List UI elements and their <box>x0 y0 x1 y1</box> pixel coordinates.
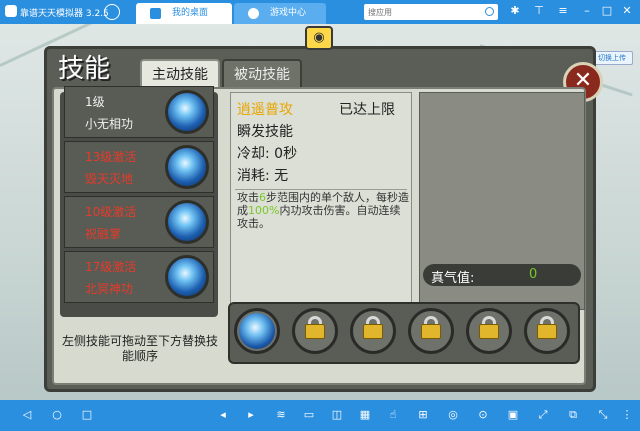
settings-icon[interactable]: ✱ <box>508 4 522 18</box>
qi-label: 真气值: <box>431 271 475 286</box>
clean-icon[interactable]: ◫ <box>330 408 344 422</box>
skill-item[interactable]: 1级 小无相功 <box>64 86 214 138</box>
search-icon[interactable] <box>485 7 494 16</box>
touch-icon[interactable]: ☝ <box>386 408 400 422</box>
skill-orb-icon <box>165 255 209 299</box>
location-icon[interactable]: ◎ <box>446 408 460 422</box>
switch-upload-button[interactable]: 切换上传 <box>591 51 633 65</box>
search-input[interactable] <box>368 5 478 19</box>
skill-level-status: 已达上限 <box>339 102 395 118</box>
skill-level: 17级激活 <box>85 260 137 274</box>
panel-title: 技能 <box>58 54 111 84</box>
skill-name: 小无相功 <box>85 117 134 131</box>
home-icon[interactable]: ○ <box>50 408 64 422</box>
user-avatar-icon[interactable] <box>104 4 120 20</box>
skill-slot-5[interactable] <box>466 308 512 354</box>
skill-type: 瞬发技能 <box>237 124 293 140</box>
tab-game-center[interactable]: 游戏中心 <box>234 3 326 24</box>
skill-slot-2[interactable] <box>292 308 338 354</box>
skill-description: 攻击6步范围内的单个敌人，每秒造成100%内功攻击伤害。自动连续攻击。 <box>237 191 409 230</box>
skill-level: 10级激活 <box>85 205 137 219</box>
home-icon <box>150 8 161 19</box>
shake-icon[interactable]: ≋ <box>274 408 288 422</box>
minimize-icon[interactable]: – <box>580 4 594 18</box>
skill-slot-6[interactable] <box>524 308 570 354</box>
skill-name: 毁天灭地 <box>85 172 134 186</box>
folder-icon[interactable]: ▭ <box>302 408 316 422</box>
desc-highlight: 6 <box>259 191 266 204</box>
skill-orb-icon <box>165 200 209 244</box>
app-name: 靠谱天天模拟器 3.2.5 <box>20 9 109 19</box>
skill-orb-icon <box>239 313 275 349</box>
desc-highlight: 100% <box>248 204 280 217</box>
tab-my-desktop[interactable]: 我的桌面 <box>136 3 232 24</box>
recent-apps-icon[interactable]: □ <box>80 408 94 422</box>
skill-cooldown: 冷却: 0秒 <box>237 146 298 162</box>
skill-level: 13级激活 <box>85 150 137 164</box>
skill-slot-4[interactable] <box>408 308 454 354</box>
menu-icon[interactable]: ≡ <box>556 4 570 18</box>
record-icon[interactable]: ⊙ <box>476 408 490 422</box>
skill-name: 祝融掌 <box>85 227 122 241</box>
emulator-title-bar: 靠谱天天模拟器 3.2.5 我的桌面 游戏中心 ✱ ⊤ ≡ – □ ✕ <box>0 0 640 24</box>
game-center-icon <box>248 8 259 19</box>
skill-slot-1[interactable] <box>234 308 280 354</box>
more-icon[interactable]: ⋮ <box>620 408 634 422</box>
resize-icon[interactable]: ⤡ <box>596 408 610 422</box>
lock-icon <box>479 324 499 339</box>
keyboard-icon[interactable]: ▦ <box>358 408 372 422</box>
pin-icon[interactable]: ⊤ <box>532 4 546 18</box>
maximize-icon[interactable]: □ <box>600 4 614 18</box>
tab-label: 我的桌面 <box>172 8 209 18</box>
skill-item[interactable]: 13级激活 毁天灭地 <box>64 141 214 193</box>
skill-detail: 逍遥普攻 已达上限 瞬发技能 冷却: 0秒 消耗: 无 攻击6步范围内的单个敌人… <box>230 92 412 310</box>
skill-orb-icon <box>165 145 209 189</box>
camera-icon[interactable]: ◉ <box>305 26 333 50</box>
back-icon[interactable]: ◁ <box>20 408 34 422</box>
qi-value-bar: 真气值: 0 <box>423 264 581 286</box>
volume-up-icon[interactable]: ▸ <box>244 408 258 422</box>
fullscreen-icon[interactable]: ⤢ <box>536 408 550 422</box>
skill-detail-name: 逍遥普攻 <box>237 102 293 118</box>
lock-icon <box>305 324 325 339</box>
skill-item[interactable]: 10级激活 祝融掌 <box>64 196 214 248</box>
lock-icon <box>537 324 557 339</box>
lock-icon <box>421 324 441 339</box>
qi-value: 0 <box>529 267 538 282</box>
volume-down-icon[interactable]: ◂ <box>216 408 230 422</box>
game-viewport: ⚭ 切换上传 ◉ 技能 主动技能 被动技能 ✕ 1级 小无相功 13级激活 毁天… <box>0 24 640 400</box>
app-logo-icon <box>5 5 17 17</box>
emulator-toolbar: ◁ ○ □ ◂ ▸ ≋ ▭ ◫ ▦ ☝ ⊞ ◎ ⊙ ▣ ⤢ ⧉ ⤡ ⋮ <box>0 400 640 431</box>
close-window-icon[interactable]: ✕ <box>620 4 634 18</box>
screenshot-icon[interactable]: ▣ <box>506 408 520 422</box>
tab-active-skills[interactable]: 主动技能 <box>140 59 220 87</box>
tab-label: 游戏中心 <box>270 8 307 18</box>
lock-icon <box>363 324 383 339</box>
desc-text: 攻击 <box>237 191 259 204</box>
skill-item[interactable]: 17级激活 北冥神功 <box>64 251 214 303</box>
search-box[interactable] <box>364 4 498 20</box>
apk-install-icon[interactable]: ⊞ <box>416 408 430 422</box>
drag-hint: 左侧技能可拖动至下方替换技能顺序 <box>61 334 218 363</box>
multi-instance-icon[interactable]: ⧉ <box>566 408 580 422</box>
skill-name: 北冥神功 <box>85 282 134 296</box>
skill-orb-icon <box>165 90 209 134</box>
skill-cost: 消耗: 无 <box>237 168 289 184</box>
tab-passive-skills[interactable]: 被动技能 <box>222 59 302 87</box>
divider <box>235 189 407 190</box>
skill-level: 1级 <box>85 95 105 109</box>
skill-slot-3[interactable] <box>350 308 396 354</box>
